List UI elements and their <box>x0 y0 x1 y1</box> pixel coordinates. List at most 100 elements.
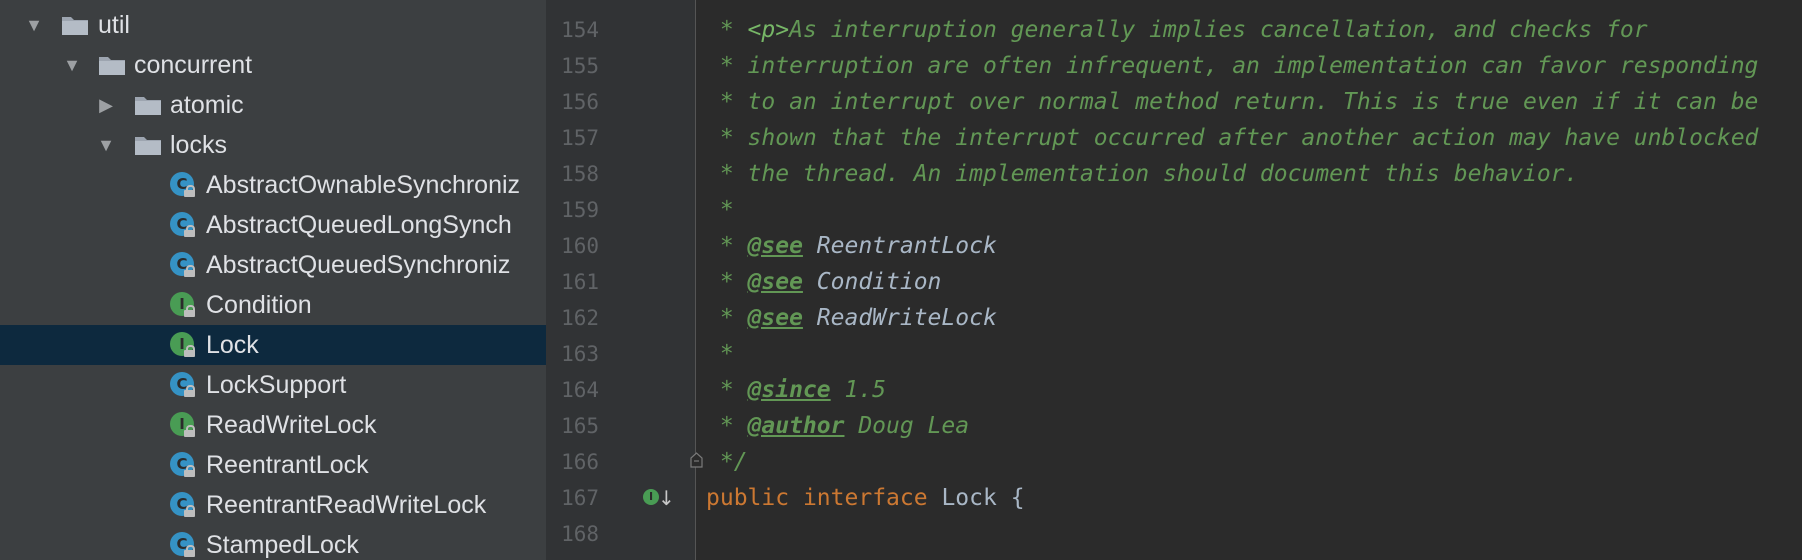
line-number: 163 <box>561 342 599 366</box>
tree-label: util <box>98 11 130 39</box>
class-icon: C <box>170 532 196 558</box>
tree-folder-concurrent[interactable]: ▼ concurrent <box>0 45 546 85</box>
tree-label: ReentrantReadWriteLock <box>206 491 487 519</box>
tree-folder-atomic[interactable]: ▶ atomic <box>0 85 546 125</box>
tree-label: AbstractQueuedLongSynch <box>206 211 512 239</box>
code-line-167[interactable]: public interface Lock { <box>706 480 1025 516</box>
line-number: 168 <box>561 522 599 546</box>
gutter-divider <box>695 0 696 560</box>
line-number: 155 <box>561 54 599 78</box>
interface-name[interactable]: Lock <box>941 485 996 511</box>
line-number: 162 <box>561 306 599 330</box>
lock-icon <box>184 505 195 517</box>
code-line-160[interactable]: * @see ReentrantLock <box>706 228 997 264</box>
tree-folder-util[interactable]: ▼ util <box>0 5 546 45</box>
code-line-165[interactable]: * @author Doug Lea <box>706 408 969 444</box>
folder-icon <box>134 94 162 116</box>
tree-file-locksupport[interactable]: C LockSupport <box>0 365 546 405</box>
keyword: interface <box>802 485 928 511</box>
code-line-158[interactable]: * the thread. An implementation should d… <box>706 156 1579 192</box>
code-line-166[interactable]: */ <box>706 444 748 480</box>
lock-icon <box>184 545 195 557</box>
comment-text: * <box>706 269 748 295</box>
line-number: 160 <box>561 234 599 258</box>
class-icon: C <box>170 372 196 398</box>
code-line-159[interactable]: * <box>706 192 734 228</box>
javadoc-tag: @since <box>747 377 831 403</box>
javadoc-tag: @see <box>747 233 803 259</box>
implemented-interface-icon[interactable]: I ↓ <box>643 485 675 511</box>
comment-text: * <box>706 17 748 43</box>
lock-icon <box>184 345 195 357</box>
javadoc-reference[interactable]: ReentrantLock <box>803 233 997 259</box>
lock-icon <box>184 385 195 397</box>
tree-label: locks <box>170 131 227 159</box>
code-line-157[interactable]: * shown that the interrupt occurred afte… <box>706 120 1759 156</box>
fold-marker-icon[interactable] <box>690 452 703 468</box>
line-number: 161 <box>561 270 599 294</box>
tree-label: LockSupport <box>206 371 347 399</box>
tree-label: StampedLock <box>206 531 359 559</box>
tree-label: atomic <box>170 91 244 119</box>
interface-icon: I <box>170 412 196 438</box>
tree-file-reentrantlock[interactable]: C ReentrantLock <box>0 445 546 485</box>
line-gutter[interactable]: 154 155 156 157 158 159 160 161 162 163 … <box>546 0 696 560</box>
folder-icon <box>98 54 126 76</box>
html-tag: <p> <box>747 17 790 43</box>
lock-icon <box>184 185 195 197</box>
tree-file-condition[interactable]: I Condition <box>0 285 546 325</box>
code-line-156[interactable]: * to an interrupt over normal method ret… <box>706 84 1759 120</box>
interface-icon: I <box>170 332 196 358</box>
interface-icon: I <box>170 292 196 318</box>
collapsed-arrow-icon[interactable]: ▶ <box>94 85 118 125</box>
tree-file-abstractqueuedsynchronizer[interactable]: C AbstractQueuedSynchroniz <box>0 245 546 285</box>
comment-text: 1.5 <box>830 377 887 403</box>
tree-label: AbstractOwnableSynchroniz <box>206 171 521 199</box>
expanded-arrow-icon[interactable]: ▼ <box>94 125 118 165</box>
tree-label: Lock <box>206 331 259 359</box>
ide-window: ▼ util ▼ concurrent ▶ atomic ▼ locks C A… <box>0 0 1802 560</box>
lock-icon <box>184 465 195 477</box>
tree-file-abstractqueuedlongsynchronizer[interactable]: C AbstractQueuedLongSynch <box>0 205 546 245</box>
folder-icon <box>61 14 89 36</box>
code-line-154[interactable]: * <p>As interruption generally implies c… <box>706 12 1648 48</box>
keyword: public <box>706 485 790 511</box>
comment-text: * <box>706 305 748 331</box>
tree-label: Condition <box>206 291 312 319</box>
lock-icon <box>184 225 195 237</box>
line-number: 166 <box>561 450 599 474</box>
line-number: 165 <box>561 414 599 438</box>
tree-file-reentrantreadwritelock[interactable]: C ReentrantReadWriteLock <box>0 485 546 525</box>
comment-text: * <box>706 233 748 259</box>
abstract-class-icon: C <box>170 252 196 278</box>
tree-file-stampedlock[interactable]: C StampedLock <box>0 525 546 560</box>
code-editor[interactable]: 154 155 156 157 158 159 160 161 162 163 … <box>546 0 1802 560</box>
code-line-161[interactable]: * @see Condition <box>706 264 942 300</box>
brace: { <box>1010 485 1025 511</box>
javadoc-tag: @author <box>747 413 845 439</box>
code-line-164[interactable]: * @since 1.5 <box>706 372 886 408</box>
tree-file-readwritelock[interactable]: I ReadWriteLock <box>0 405 546 445</box>
line-number: 156 <box>561 90 599 114</box>
javadoc-tag: @see <box>747 269 803 295</box>
expanded-arrow-icon[interactable]: ▼ <box>60 45 84 85</box>
expanded-arrow-icon[interactable]: ▼ <box>22 5 46 45</box>
code-line-162[interactable]: * @see ReadWriteLock <box>706 300 997 336</box>
tree-file-lock[interactable]: I Lock <box>0 325 546 365</box>
javadoc-tag: @see <box>747 305 803 331</box>
javadoc-reference[interactable]: Condition <box>803 269 942 295</box>
line-number: 159 <box>561 198 599 222</box>
lock-icon <box>184 265 195 277</box>
abstract-class-icon: C <box>170 212 196 238</box>
line-number: 167 <box>561 486 599 510</box>
class-icon: C <box>170 492 196 518</box>
code-line-163[interactable]: * <box>706 336 734 372</box>
tree-label: AbstractQueuedSynchroniz <box>206 251 511 279</box>
lock-icon <box>184 305 195 317</box>
javadoc-reference[interactable]: ReadWriteLock <box>803 305 997 331</box>
line-number: 158 <box>561 162 599 186</box>
tree-file-abstractownablesynchronizer[interactable]: C AbstractOwnableSynchroniz <box>0 165 546 205</box>
code-line-155[interactable]: * interruption are often infrequent, an … <box>706 48 1759 84</box>
tree-folder-locks[interactable]: ▼ locks <box>0 125 546 165</box>
comment-text: * <box>706 377 748 403</box>
